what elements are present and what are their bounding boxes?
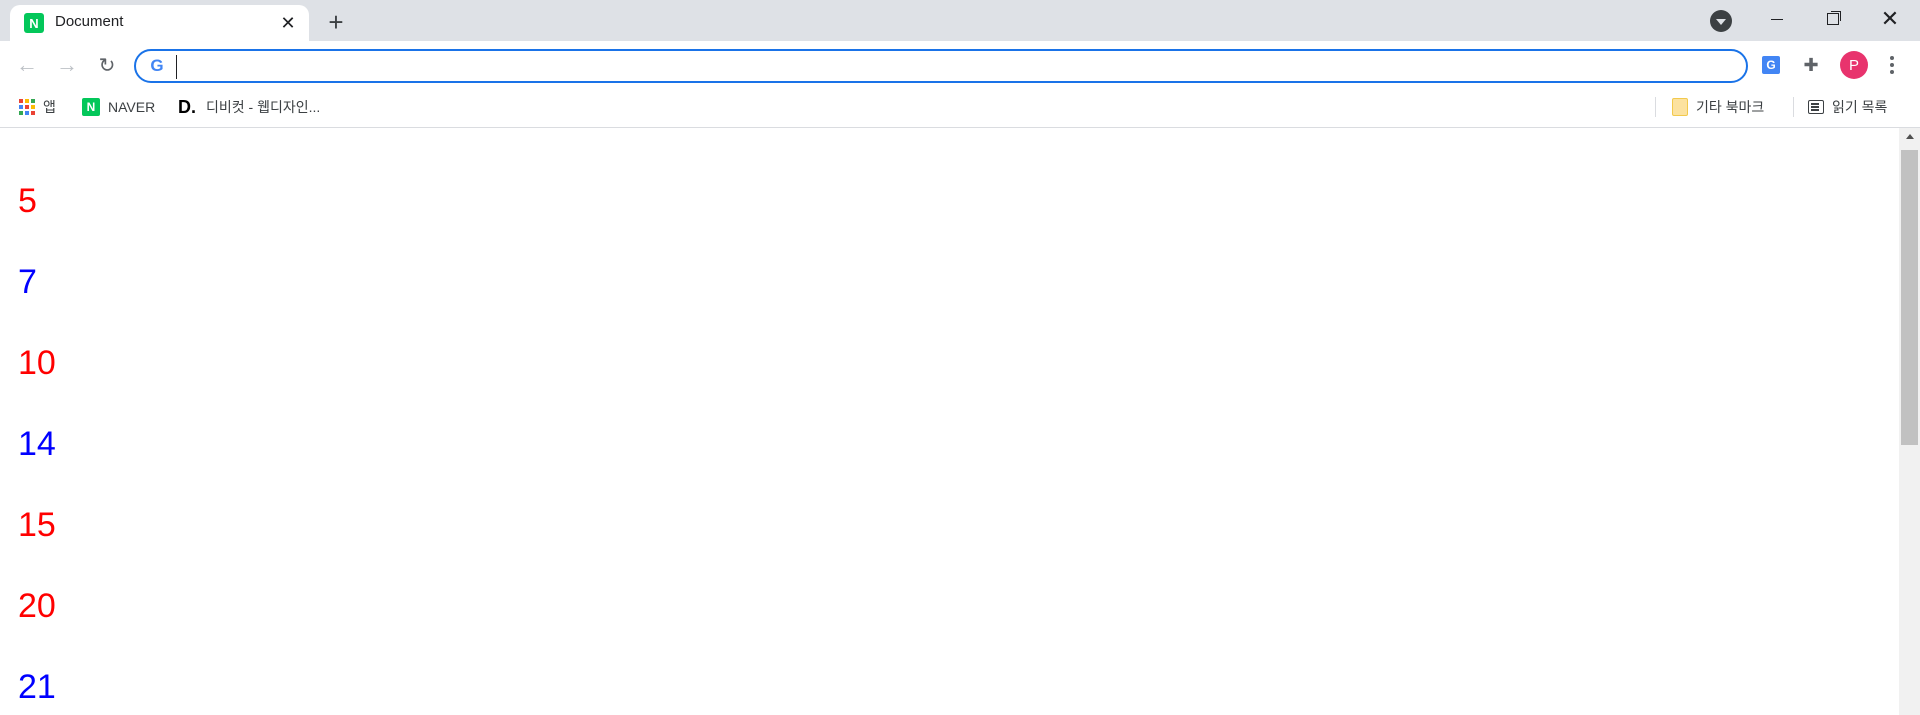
bookmark-naver[interactable]: N NAVER (82, 95, 155, 119)
restore-button[interactable] (1805, 0, 1861, 38)
reading-list-button[interactable]: 읽기 목록 (1808, 95, 1887, 119)
bookmarks-bar: 앱 N NAVER D. 디비컷 - 웹디자인... 기타 북마크 읽기 목록 (0, 89, 1920, 128)
back-arrow-icon[interactable]: ← (13, 51, 41, 79)
number-item: 21 (18, 668, 56, 706)
number-list: 5 7 10 14 15 20 21 (18, 161, 56, 715)
close-tab-icon[interactable]: ✕ (277, 12, 299, 34)
page-content: 5 7 10 14 15 20 21 (0, 128, 1899, 715)
more-menu-icon[interactable] (1882, 51, 1902, 79)
translate-icon: G (1762, 56, 1780, 74)
tab-search-icon[interactable] (1710, 10, 1732, 32)
bookmark-apps[interactable]: 앱 (19, 95, 56, 119)
scroll-up-arrow-icon[interactable] (1899, 128, 1920, 145)
window-close-button[interactable]: ✕ (1862, 0, 1918, 38)
naver-favicon-icon: N (24, 13, 44, 33)
scroll-thumb[interactable] (1901, 150, 1918, 445)
bookmark-separator (1655, 97, 1656, 117)
tab-strip: N Document ✕ + ✕ (0, 0, 1920, 41)
forward-arrow-icon[interactable]: → (53, 51, 81, 79)
number-item: 20 (18, 587, 56, 625)
bookmark-label: NAVER (108, 99, 156, 115)
reload-icon[interactable]: ↻ (93, 51, 121, 79)
number-item: 14 (18, 425, 56, 463)
folder-icon (1672, 98, 1688, 116)
reading-list-icon (1808, 100, 1824, 114)
bookmark-separator (1793, 97, 1794, 117)
google-translate-extension[interactable]: G (1757, 51, 1785, 79)
new-tab-button[interactable]: + (322, 7, 350, 37)
bookmark-label: 디비컷 - 웹디자인... (206, 99, 321, 115)
address-bar[interactable]: G (134, 49, 1748, 83)
address-input[interactable] (176, 55, 1731, 79)
apps-grid-icon (19, 99, 35, 115)
vertical-scrollbar[interactable] (1899, 128, 1920, 715)
number-item: 15 (18, 506, 56, 544)
profile-avatar[interactable]: P (1840, 51, 1868, 79)
bookmark-dbcut[interactable]: D. 디비컷 - 웹디자인... (178, 95, 320, 119)
toolbar: ← → ↻ G G ✚ P (0, 41, 1920, 89)
bookmark-label: 앱 (43, 99, 56, 115)
number-item: 5 (18, 182, 37, 220)
minimize-button[interactable] (1749, 0, 1805, 38)
tab-document[interactable]: N Document ✕ (10, 5, 309, 41)
tab-title: Document (55, 13, 124, 30)
naver-icon: N (82, 98, 100, 116)
bookmark-label: 기타 북마크 (1696, 99, 1765, 115)
google-icon: G (150, 56, 164, 75)
dbcut-icon: D. (178, 96, 196, 117)
bookmark-label: 읽기 목록 (1832, 99, 1888, 115)
number-item: 7 (18, 263, 37, 301)
extensions-puzzle-icon[interactable]: ✚ (1797, 51, 1825, 79)
number-item: 10 (18, 344, 56, 382)
bookmark-other-folder[interactable]: 기타 북마크 (1672, 95, 1764, 119)
